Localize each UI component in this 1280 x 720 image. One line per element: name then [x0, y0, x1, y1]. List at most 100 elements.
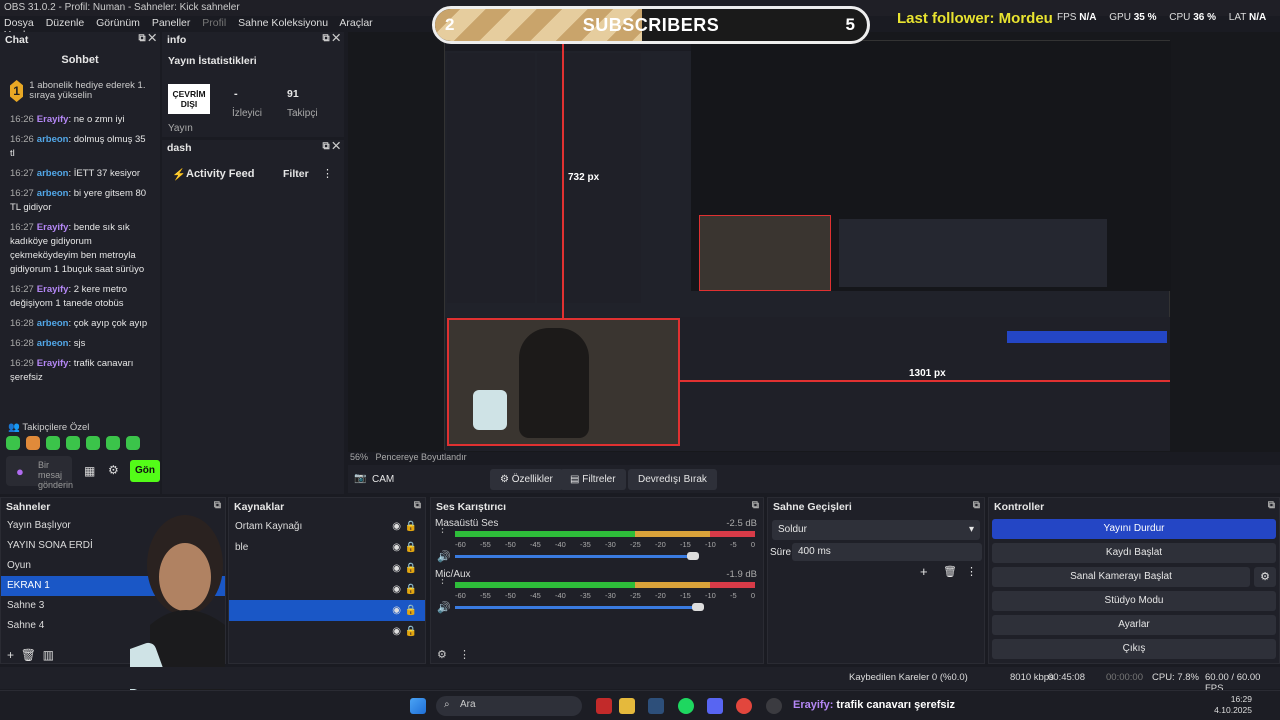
lock-icon[interactable]: 🔒 — [405, 579, 417, 600]
dock-float-icon[interactable]: ⧉ — [414, 500, 421, 511]
spotify-icon[interactable] — [678, 698, 694, 714]
filters-button[interactable]: ▤ Filtreler — [560, 469, 626, 490]
properties-button[interactable]: ⚙ Özellikler — [490, 469, 563, 490]
visibility-eye-icon[interactable]: ◉ — [392, 516, 401, 537]
mixer-settings-gear-icon[interactable]: ⚙ — [437, 648, 447, 661]
more-options-icon[interactable]: ⋮ — [966, 565, 977, 578]
emote-icon[interactable] — [46, 436, 60, 450]
more-options-icon[interactable]: ⋮ — [437, 522, 448, 535]
menu-view[interactable]: Görünüm — [96, 17, 140, 29]
dock-float-close-icon[interactable]: ⧉ ✕ — [322, 141, 340, 152]
channel-desktop-volume-slider[interactable] — [455, 555, 693, 558]
discord-icon[interactable] — [707, 698, 723, 714]
source-item[interactable]: Ortam Kaynağı ◉ 🔒 — [229, 516, 425, 537]
chat-message-user[interactable]: Erayify — [37, 222, 69, 233]
activity-filter-button[interactable]: Filter — [283, 168, 309, 180]
fit-window-label[interactable]: Pencereye Boyutlandır — [376, 452, 467, 462]
visibility-eye-icon[interactable]: ◉ — [392, 537, 401, 558]
speaker-icon[interactable]: 🔊 — [437, 550, 451, 563]
channel-desktop-volume-knob[interactable] — [686, 552, 699, 560]
app-icon[interactable] — [596, 698, 612, 714]
deactivate-button[interactable]: Devredışı Bırak — [628, 469, 717, 490]
chat-message-user[interactable]: arbeon — [37, 318, 69, 329]
emote-icon[interactable] — [86, 436, 100, 450]
source-item[interactable]: ◉ 🔒 — [229, 579, 425, 600]
settings-button[interactable]: Ayarlar — [992, 615, 1276, 635]
lock-icon[interactable]: 🔒 — [405, 600, 417, 621]
obs-icon[interactable] — [766, 698, 782, 714]
more-options-icon[interactable]: ⋮ — [322, 167, 333, 180]
steam-icon[interactable] — [648, 698, 664, 714]
exit-button[interactable]: Çıkış — [992, 639, 1276, 659]
menu-docks[interactable]: Paneller — [152, 17, 191, 29]
dock-float-close-icon[interactable]: ⧉ ✕ — [322, 33, 340, 44]
studio-mode-button[interactable]: Stüdyo Modu — [992, 591, 1276, 611]
mixer-more-icon[interactable]: ⋮ — [459, 648, 470, 661]
mic-icon[interactable]: ● — [16, 464, 24, 479]
dock-float-icon[interactable]: ⧉ — [973, 500, 980, 511]
menu-file[interactable]: Dosya — [4, 17, 34, 29]
lock-icon[interactable]: 🔒 — [405, 558, 417, 579]
stop-streaming-button[interactable]: Yayını Durdur — [992, 519, 1276, 539]
menu-tools[interactable]: Araçlar — [339, 17, 372, 29]
chat-message-input[interactable]: ● Bir mesaj gönderin — [6, 456, 73, 490]
visibility-eye-icon[interactable]: ◉ — [392, 621, 401, 642]
source-item[interactable]: ble ◉ 🔒 — [229, 537, 425, 558]
chat-message-user[interactable]: Erayify — [37, 358, 69, 369]
source-item[interactable]: ◉ 🔒 — [229, 621, 425, 642]
add-icon[interactable]: + — [7, 648, 14, 662]
source-item[interactable]: ◉ 🔒 — [229, 558, 425, 579]
settings-gear-icon[interactable]: ⚙ — [108, 463, 119, 477]
channel-mic-volume-knob[interactable] — [692, 603, 704, 611]
more-options-icon[interactable]: ⋮ — [437, 573, 448, 586]
chat-message-user[interactable]: arbeon — [37, 134, 69, 145]
chat-message-user[interactable]: Erayify — [37, 114, 69, 125]
duration-input[interactable]: 400 ms — [792, 543, 982, 561]
transition-select[interactable]: Soldur ▾ — [772, 520, 980, 540]
dock-float-icon[interactable]: ⧉ — [1268, 500, 1275, 511]
start-virtual-camera-button[interactable]: Sanal Kamerayı Başlat — [992, 567, 1250, 587]
dock-float-icon[interactable]: ⧉ — [752, 500, 759, 511]
lock-icon[interactable]: 🔒 — [405, 537, 417, 558]
dock-float-close-icon[interactable]: ⧉ ✕ — [138, 33, 156, 44]
virtual-camera-settings-gear-icon[interactable]: ⚙ — [1254, 567, 1276, 587]
emote-icon[interactable] — [66, 436, 80, 450]
delete-icon[interactable]: 🗑 — [21, 648, 36, 662]
chat-message-user[interactable]: arbeon — [37, 338, 69, 349]
chat-message-user[interactable]: arbeon — [37, 188, 69, 199]
visibility-eye-icon[interactable]: ◉ — [392, 600, 401, 621]
speaker-icon[interactable]: 🔊 — [437, 601, 451, 614]
store-icon[interactable]: ▦ — [84, 464, 95, 478]
stream-tab-label[interactable]: Yayın — [168, 123, 193, 134]
taskbar-search[interactable]: ⌕ Ara — [436, 696, 582, 716]
emote-icon[interactable] — [6, 436, 20, 450]
taskbar-clock[interactable]: 16:29 4.10.2025 — [1214, 694, 1252, 716]
emote-icon[interactable] — [26, 436, 40, 450]
chat-send-button[interactable]: Gön — [130, 460, 160, 482]
filter-icon[interactable]: ▥ — [43, 648, 54, 662]
start-menu-icon[interactable] — [410, 698, 426, 714]
emote-icon[interactable] — [126, 436, 140, 450]
channel-mic-volume-slider[interactable] — [455, 606, 698, 609]
visibility-eye-icon[interactable]: ◉ — [392, 579, 401, 600]
chrome-icon[interactable] — [736, 698, 752, 714]
cam-source-selection[interactable] — [447, 318, 680, 446]
start-recording-button[interactable]: Kaydı Başlat — [992, 543, 1276, 563]
emote-icon[interactable] — [106, 436, 120, 450]
lock-icon[interactable]: 🔒 — [405, 621, 417, 642]
lock-icon[interactable]: 🔒 — [405, 516, 417, 537]
source-item[interactable]: ◉ 🔒 — [229, 600, 425, 621]
chat-message-user[interactable]: arbeon — [37, 168, 69, 179]
guide-horizontal — [680, 380, 1170, 382]
chat-message-user[interactable]: Erayify — [37, 284, 69, 295]
menu-scene-collection[interactable]: Sahne Koleksiyonu — [238, 17, 328, 29]
file-explorer-icon[interactable] — [619, 698, 635, 714]
visibility-eye-icon[interactable]: ◉ — [392, 558, 401, 579]
delete-icon[interactable]: 🗑 — [943, 565, 957, 578]
gift-sub-banner[interactable]: 1 1 abonelik hediye ederek 1. sıraya yük… — [6, 76, 154, 106]
meter-scale: -60 -55 -50 -45 -40 -35 -30 -25 -20 -15 -10 -5 0 — [455, 591, 755, 600]
menu-edit[interactable]: Düzenle — [46, 17, 85, 29]
add-icon[interactable]: + — [920, 564, 928, 579]
clock-date: 4.10.2025 — [1214, 705, 1252, 715]
menu-profile[interactable]: Profil — [202, 17, 226, 29]
